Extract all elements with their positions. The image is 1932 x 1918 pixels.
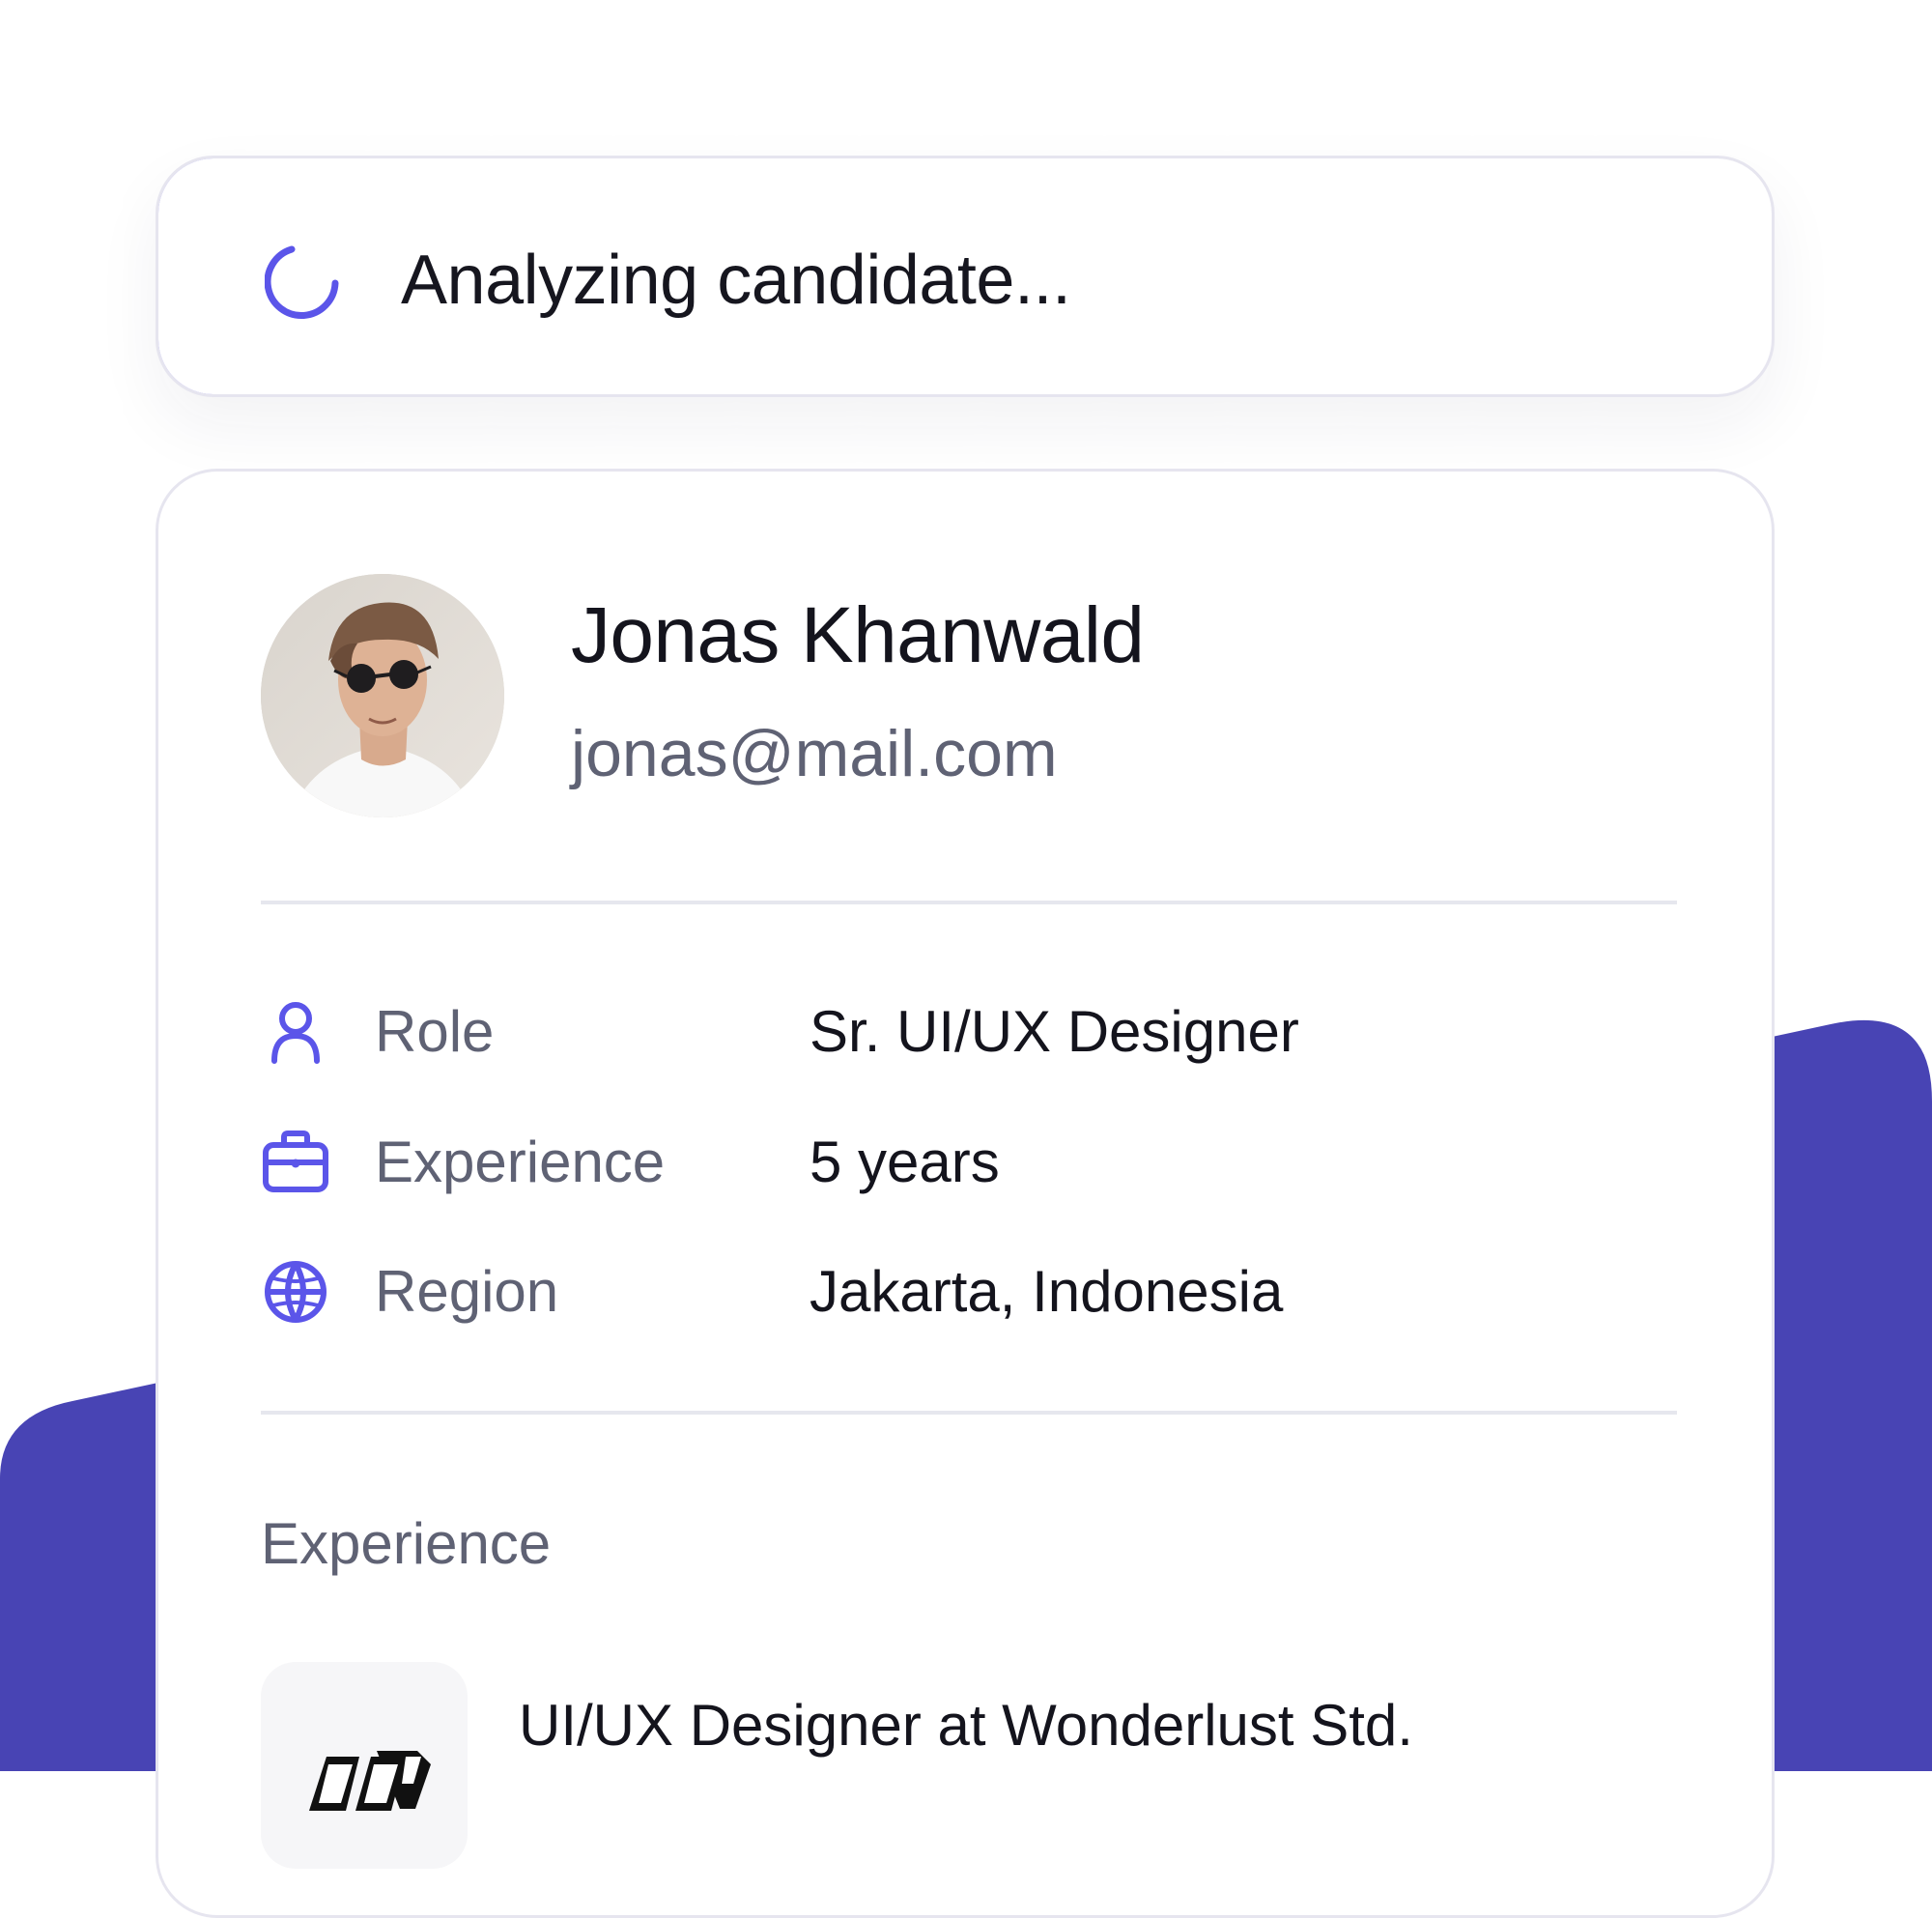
candidate-email: jonas@mail.com <box>571 717 1058 790</box>
detail-row-experience: Experience 5 years <box>261 1124 1677 1201</box>
divider <box>261 901 1677 904</box>
briefcase-icon <box>263 1131 328 1192</box>
detail-row-region: Region Jakarta, Indonesia <box>261 1253 1677 1331</box>
globe-icon <box>265 1261 327 1323</box>
spinner-icon <box>265 245 339 320</box>
analysis-status-card: Analyzing candidate... <box>156 156 1775 397</box>
avatar <box>261 574 504 817</box>
company-logo <box>261 1662 468 1869</box>
candidate-profile-card: Jonas Khanwald jonas@mail.com Role Sr. U… <box>156 469 1775 1918</box>
user-icon <box>271 1002 320 1064</box>
divider <box>261 1411 1677 1415</box>
detail-value: 5 years <box>810 1130 1000 1194</box>
detail-label: Region <box>375 1259 559 1324</box>
experience-item-title: UI/UX Designer at Wonderlust Std. <box>519 1693 1413 1758</box>
status-text: Analyzing candidate... <box>401 242 1071 319</box>
experience-section-heading: Experience <box>261 1511 552 1576</box>
detail-value: Jakarta, Indonesia <box>810 1259 1284 1324</box>
detail-row-role: Role Sr. UI/UX Designer <box>261 993 1677 1071</box>
detail-label: Experience <box>375 1130 666 1194</box>
avatar-photo <box>261 574 504 817</box>
candidate-name: Jonas Khanwald <box>571 591 1145 679</box>
detail-value: Sr. UI/UX Designer <box>810 999 1299 1064</box>
detail-label: Role <box>375 999 495 1064</box>
